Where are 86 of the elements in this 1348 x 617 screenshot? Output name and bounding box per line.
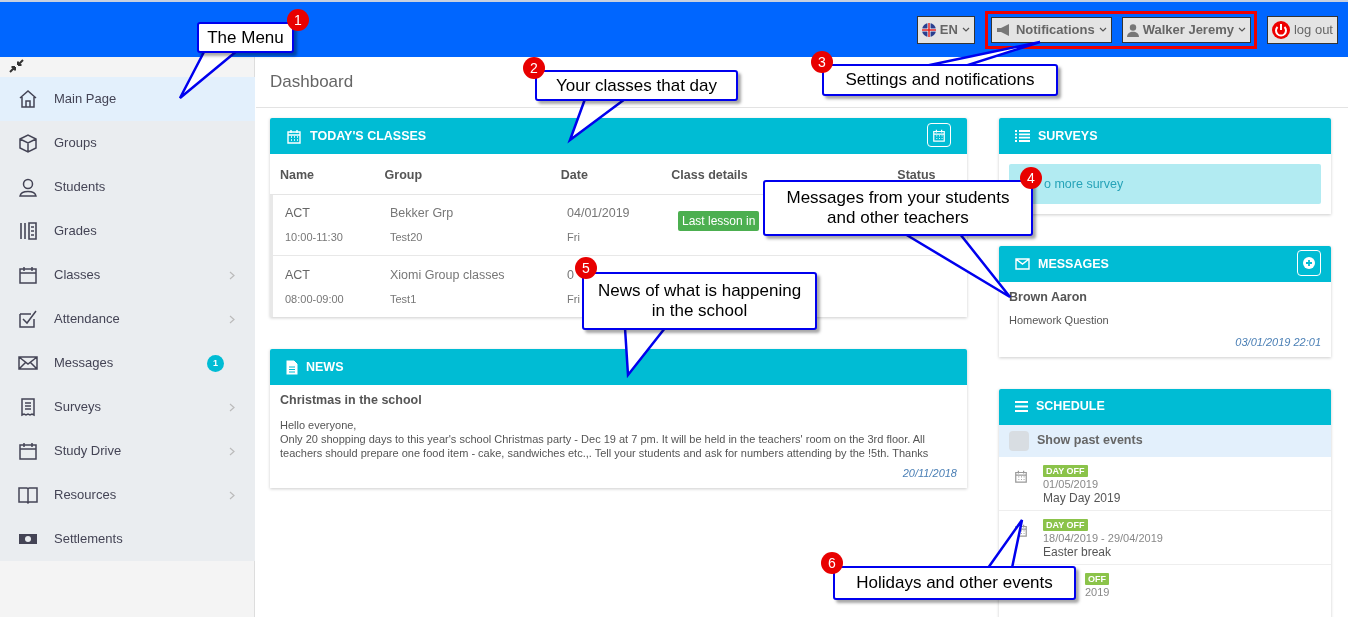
envelope-icon [1015,258,1030,270]
event-tag: DAY OFF [1043,464,1088,477]
add-button[interactable] [1297,250,1321,276]
class-name: ACT [285,266,310,284]
column-header: Class details [671,168,748,182]
language-button[interactable]: EN [916,16,975,44]
event-tag: OFF [1085,572,1109,585]
user-icon [17,176,39,198]
checkbox[interactable] [1009,430,1029,451]
column-header: Status [897,168,936,182]
checkbox-label: Show past events [1037,432,1143,450]
menu-icon [1015,401,1028,413]
power-icon [1271,21,1290,39]
panel-header: TODAY'S CLASSES [270,118,967,154]
news-heading: Christmas in the school [280,392,423,409]
callout-text: The Menu [207,27,284,48]
group-code: Test20 [390,230,423,246]
event-tag: DAY OFF [1043,518,1088,531]
class-date: 04/01/2019 [567,205,630,223]
calendar-icon [932,128,946,142]
menu-item[interactable]: Main Page [0,77,255,121]
number-badge: 6 [821,552,843,574]
book-icon [17,484,39,506]
document-icon [286,359,298,375]
column-header: Name [280,168,315,182]
logout-button[interactable]: log out [1266,16,1338,44]
class-date: 0 [567,266,574,284]
caret-icon [1237,27,1246,33]
group-name: Bekker Grp [390,205,454,223]
list-icon [1015,130,1030,142]
page-title: Dashboard [270,71,354,94]
column-header: Date [560,168,588,182]
number-badge: 2 [523,57,545,79]
caret-icon [961,27,970,33]
checkbox-icon [17,308,39,330]
home-icon [17,88,39,110]
event-date: 18/04/2019 - 29/04/2019 [1043,530,1163,545]
chevron-icon [229,271,235,280]
calendar-icon [17,440,39,462]
callout-text: Messages from your students and other teachers [785,188,1011,228]
callout-text: News of what is happening in the school [596,281,803,321]
message-subject: Homework Question [1009,312,1110,328]
calendar-icon [1014,468,1028,483]
news-date: 20/11/2018 [902,465,957,481]
class-time: 08:00-09:00 [285,291,344,307]
class-day: Fri [567,229,580,246]
calendar-icon [286,128,302,144]
event-title: Easter break [1043,544,1112,560]
notifications-button[interactable]: Notifications [990,17,1112,43]
cube-icon [17,132,39,154]
message-time: 03/01/2019 22:01 [1235,335,1321,351]
caret-icon [1098,27,1107,33]
panel-header: MESSAGES [999,246,1331,282]
panel-header: SCHEDULE [999,388,1331,425]
collapse-icon[interactable] [9,59,24,73]
group-name: Xiomi Group classes [390,266,505,284]
count-badge: 1 [207,355,224,372]
event-date: 01/05/2019 [1043,476,1099,491]
message-sender: Brown Aaron [1009,289,1088,306]
flag-icon [921,23,936,37]
event-date: 2019 [1085,584,1110,599]
status-label: Last lesson in [678,211,760,231]
group-code: Test1 [390,291,417,307]
chevron-icon [229,491,235,500]
class-name: ACT [285,205,310,223]
event-title: May Day 2019 [1043,490,1121,506]
chevron-icon [229,403,235,412]
news-text: Hello everyone, Only 20 shopping days to this year's school Christmas party - Dec 19 at 7 pm. It will be held in the teachers' room on the 3rd floor. All teachers should prepare one food item - cake, sandwiches etc.,. Tell your students and ask for numbers attending by the !5th. Thanks [280,417,930,460]
panel-header: SURVEYS [999,118,1331,154]
class-day: Fri [567,290,580,308]
callout-text: Settings and notifications [845,70,1035,90]
calendar-button[interactable] [927,123,951,147]
pencil-ruler-icon [17,220,39,242]
callout-text: Your classes that day [556,75,717,96]
megaphone-icon [995,24,1012,36]
message-item[interactable]: Brown Aaron Homework Question 03/01/2019 22:01 [999,282,1331,357]
plus-icon [1303,257,1315,269]
chevron-icon [229,315,235,324]
panel-header: NEWS [270,349,967,385]
class-time: 10:00-11:30 [285,230,343,246]
chevron-icon [229,447,235,456]
calendar-icon [17,264,39,286]
column-header: Group [384,168,423,182]
user-icon [1126,23,1139,37]
user-menu-button[interactable]: Walker Jeremy [1121,17,1251,43]
callout-text: Holidays and other events [856,573,1053,593]
